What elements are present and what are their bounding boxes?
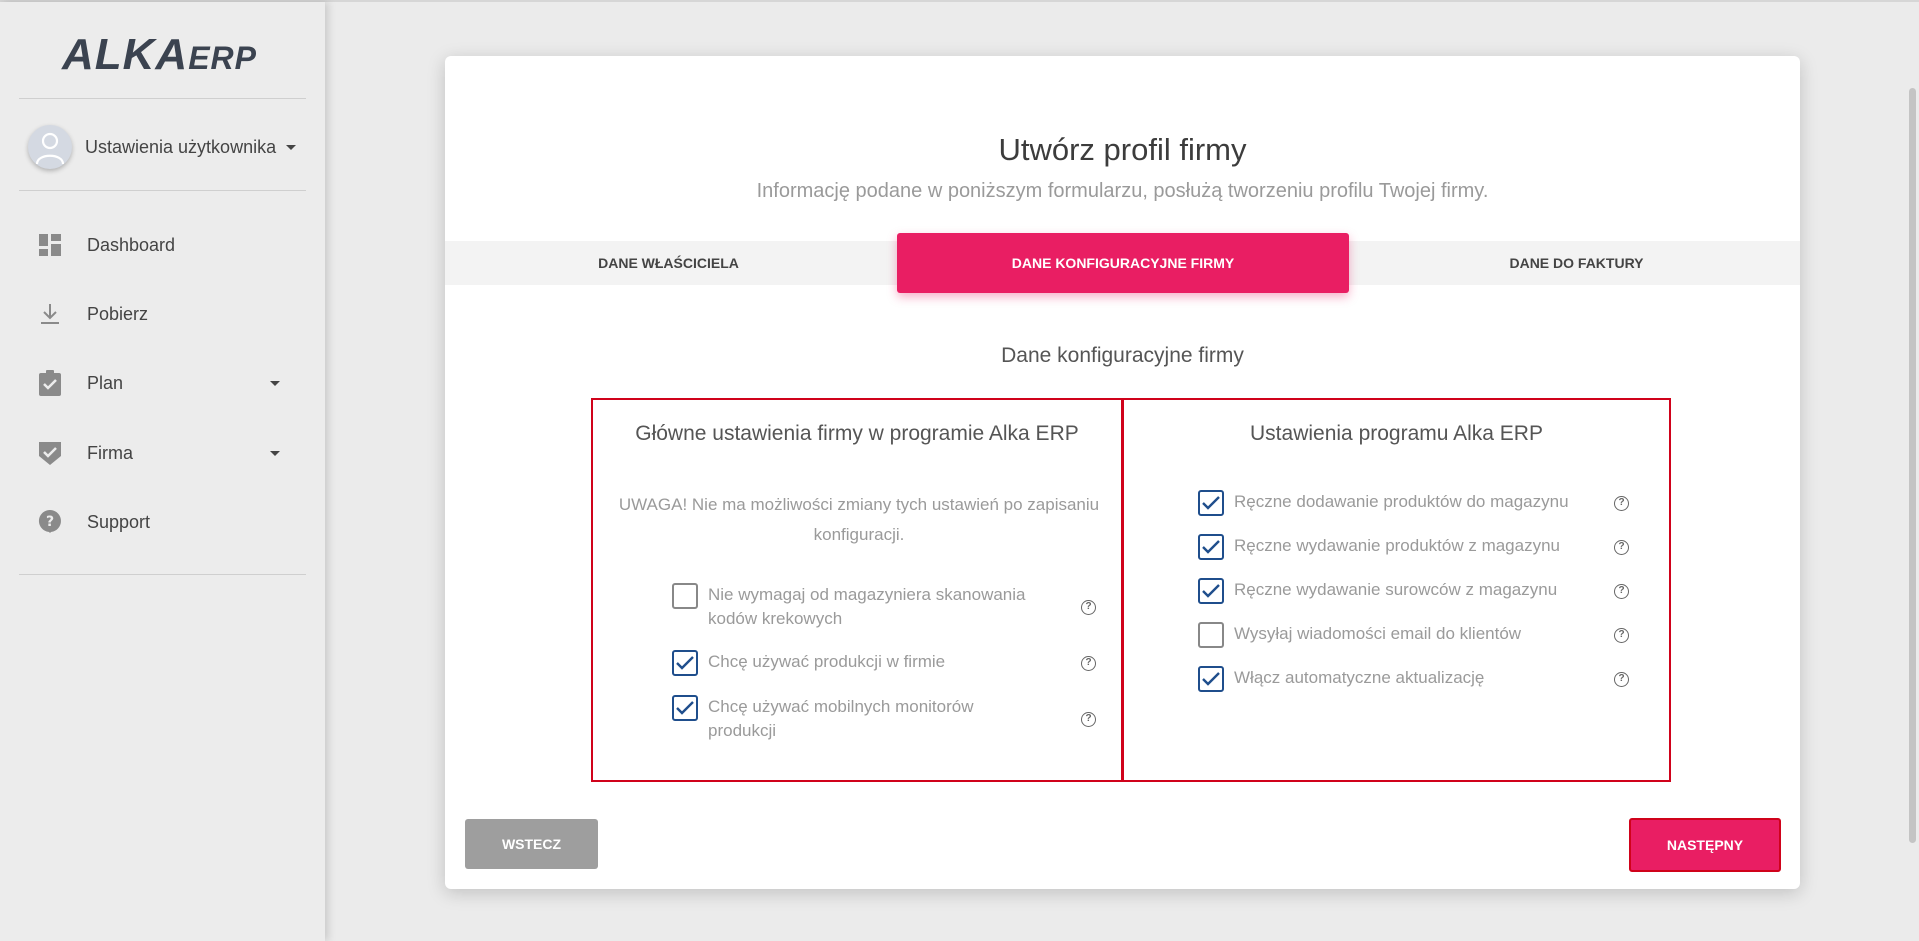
user-icon <box>35 132 65 165</box>
checkbox[interactable] <box>672 695 698 721</box>
shield-check-icon <box>36 439 64 467</box>
help-circle-icon[interactable]: ? <box>1614 584 1629 599</box>
option-label: Włącz automatyczne aktualizację <box>1234 668 1485 687</box>
sidebar-item-pobierz[interactable]: Pobierz <box>36 294 296 334</box>
caret-down-icon <box>286 144 297 150</box>
sidebar-divider <box>19 574 306 575</box>
checkmark-icon <box>1202 584 1220 598</box>
user-settings-label: Ustawienia użytkownika <box>85 136 277 157</box>
help-circle-icon[interactable]: ? <box>1614 628 1629 643</box>
option-label: Chcę używać mobilnych monitorów produkcj… <box>708 697 974 740</box>
checkmark-icon <box>1202 672 1220 686</box>
checkmark-icon <box>1202 540 1220 554</box>
program-settings-panel: Ustawienia programu Alka ERP Ręczne doda… <box>1122 398 1671 782</box>
option-label: Chcę używać produkcji w firmie <box>708 652 946 671</box>
avatar <box>28 125 72 169</box>
dashboard-icon <box>36 231 64 259</box>
help-icon: ? <box>36 508 64 536</box>
option-mobile-monitors[interactable]: Chcę używać mobilnych monitorów produkcj… <box>672 695 1032 743</box>
sidebar-item-label: Plan <box>87 372 124 393</box>
option-manual-issue-materials[interactable]: Ręczne wydawanie surowców z magazynu <box>1198 578 1618 604</box>
option-auto-updates[interactable]: Włącz automatyczne aktualizację <box>1198 666 1618 692</box>
option-manual-issue-products[interactable]: Ręczne wydawanie produktów z magazynu <box>1198 534 1618 560</box>
sidebar-item-label: Firma <box>87 442 133 463</box>
help-circle-icon[interactable]: ? <box>1614 496 1629 511</box>
back-button[interactable]: WSTECZ <box>465 819 598 869</box>
panel-title: Główne ustawienia firmy w programie Alka… <box>635 422 1079 445</box>
sidebar: ALKAERP Ustawienia użytkownika Dashboard… <box>0 2 325 941</box>
sidebar-divider <box>19 98 306 99</box>
checkbox[interactable] <box>1198 622 1224 648</box>
option-send-emails[interactable]: Wysyłaj wiadomości email do klientów <box>1198 622 1618 648</box>
checkmark-icon <box>1202 496 1220 510</box>
next-button[interactable]: NASTĘPNY <box>1629 818 1781 872</box>
checkmark-icon <box>676 656 694 670</box>
option-label: Ręczne wydawanie produktów z magazynu <box>1234 536 1561 555</box>
page-title: Utwórz profil firmy <box>998 132 1247 167</box>
sidebar-item-support[interactable]: ? Support <box>36 502 296 542</box>
option-label: Nie wymagaj od magazyniera skanowania ko… <box>708 585 1026 628</box>
checkbox[interactable] <box>672 650 698 676</box>
alka-erp-logo[interactable]: ALKAERP <box>62 30 257 80</box>
sidebar-item-firma[interactable]: Firma <box>36 433 296 473</box>
option-use-production[interactable]: Chcę używać produkcji w firmie <box>672 650 1032 676</box>
page-subtitle: Informację podane w poniższym formularzu… <box>756 180 1489 202</box>
sidebar-item-label: Support <box>87 511 151 532</box>
checkbox[interactable] <box>672 583 698 609</box>
sidebar-divider <box>19 190 306 191</box>
scrollbar[interactable] <box>1909 88 1916 843</box>
user-settings-menu[interactable]: Ustawienia użytkownika <box>28 124 297 170</box>
help-circle-icon[interactable]: ? <box>1614 672 1629 687</box>
sidebar-item-label: Dashboard <box>87 234 176 255</box>
checkbox[interactable] <box>1198 534 1224 560</box>
checkmark-icon <box>676 701 694 715</box>
option-label: Ręczne wydawanie surowców z magazynu <box>1234 580 1558 599</box>
warning-text: UWAGA! Nie ma możliwości zmiany tych ust… <box>618 495 1100 544</box>
caret-down-icon <box>270 451 280 456</box>
option-label: Wysyłaj wiadomości email do klientów <box>1234 624 1522 643</box>
help-circle-icon[interactable]: ? <box>1081 712 1096 727</box>
tab-dane-konfiguracyjne-firmy[interactable]: DANE KONFIGURACYJNE FIRMY <box>897 233 1349 293</box>
checkbox[interactable] <box>1198 666 1224 692</box>
section-title: Dane konfiguracyjne firmy <box>1001 344 1244 367</box>
option-manual-add-products[interactable]: Ręczne dodawanie produktów do magazynu <box>1198 490 1618 516</box>
svg-text:?: ? <box>46 514 54 530</box>
option-label: Ręczne dodawanie produktów do magazynu <box>1234 492 1569 511</box>
help-circle-icon[interactable]: ? <box>1614 540 1629 555</box>
clipboard-check-icon <box>36 369 64 397</box>
checkbox[interactable] <box>1198 490 1224 516</box>
sidebar-item-dashboard[interactable]: Dashboard <box>36 225 296 265</box>
sidebar-item-label: Pobierz <box>87 303 149 324</box>
main-settings-panel: Główne ustawienia firmy w programie Alka… <box>591 398 1123 782</box>
sidebar-item-plan[interactable]: Plan <box>36 363 296 403</box>
tab-dane-wlasciciela[interactable]: DANE WŁAŚCICIELA <box>465 241 872 285</box>
panel-title: Ustawienia programu Alka ERP <box>1250 422 1543 445</box>
checkbox[interactable] <box>1198 578 1224 604</box>
option-no-barcode-scan[interactable]: Nie wymagaj od magazyniera skanowania ko… <box>672 583 1032 631</box>
caret-down-icon <box>270 381 280 386</box>
tab-dane-do-faktury[interactable]: DANE DO FAKTURY <box>1373 241 1780 285</box>
help-circle-icon[interactable]: ? <box>1081 656 1096 671</box>
help-circle-icon[interactable]: ? <box>1081 600 1096 615</box>
company-profile-card: Utwórz profil firmy Informację podane w … <box>445 56 1800 889</box>
download-icon <box>36 300 64 328</box>
